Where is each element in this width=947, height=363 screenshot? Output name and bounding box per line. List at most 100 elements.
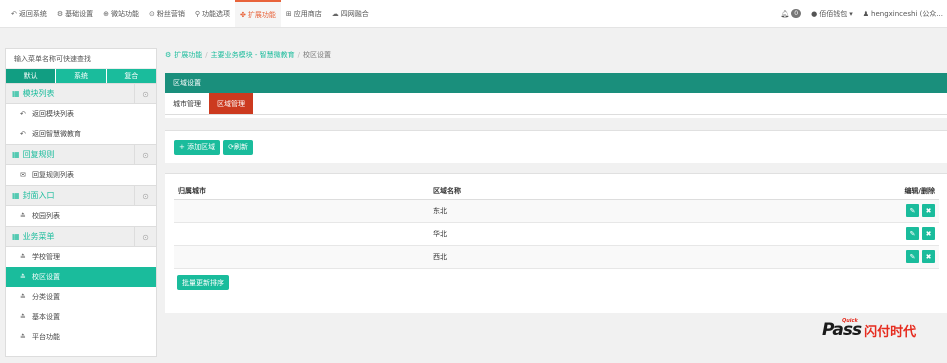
nav-function-options[interactable]: ⚲ 功能选项 xyxy=(190,0,235,27)
wallet-menu[interactable]: ● 佰佰钱包 ▾ xyxy=(811,9,853,19)
grid-icon: ▦ xyxy=(12,89,20,98)
group-toggle-icon[interactable]: ⊙ xyxy=(134,145,156,165)
logo-quick-text: Quick xyxy=(842,318,858,324)
sliders-icon: ≛ xyxy=(20,212,26,220)
sidebar: 输入菜单名称可快速查找 默认 系统 复合 ▦ 模块列表 ⊙ ↶ 返回模块列表 ↶ 返回智… xyxy=(5,48,157,357)
edit-button[interactable]: ✎ xyxy=(906,227,919,240)
breadcrumb-link[interactable]: 扩展功能 xyxy=(174,50,202,60)
group-toggle-icon[interactable]: ⊙ xyxy=(134,186,156,206)
breadcrumb-link[interactable]: 主要业务模块 - 智慧微教育 xyxy=(211,50,295,60)
nav-basic-settings[interactable]: ⚙ 基础设置 xyxy=(52,0,98,27)
group-business-menu[interactable]: ▦ 业务菜单 ⊙ xyxy=(6,226,156,247)
gear-icon: ⚙ xyxy=(56,9,64,18)
group-module-list[interactable]: ▦ 模块列表 ⊙ xyxy=(6,83,156,104)
sidebar-item-campus-list[interactable]: ≛ 校园列表 xyxy=(6,206,156,226)
sidebar-item-category-settings[interactable]: ≛ 分类设置 xyxy=(6,287,156,307)
sidebar-tab-default[interactable]: 默认 xyxy=(6,69,57,83)
globe-icon: ⊕ xyxy=(103,9,110,18)
top-nav: ↶ 返回系统 ⚙ 基础设置 ⊕ 微站功能 ⊙ 粉丝营销 ⚲ 功能选项 ✤ 扩展功能 ⊞ 应用商… xyxy=(0,0,374,27)
nav-app-store[interactable]: ⊞ 应用商店 xyxy=(281,0,327,27)
caret-down-icon: ▾ xyxy=(849,9,853,18)
group-toggle-icon[interactable]: ⊙ xyxy=(134,227,156,247)
nav-fan-marketing[interactable]: ⊙ 粉丝营销 xyxy=(144,0,190,27)
sidebar-tab-composite[interactable]: 复合 xyxy=(106,69,156,83)
close-icon: ✖ xyxy=(925,229,932,238)
chat-icon: ● xyxy=(811,9,818,18)
nav-label: 扩展功能 xyxy=(247,10,276,19)
sidebar-item-platform-functions[interactable]: ≛ 平台功能 xyxy=(6,327,156,347)
tab-city-management[interactable]: 城市管理 xyxy=(165,93,209,114)
delete-button[interactable]: ✖ xyxy=(922,250,935,263)
edit-button[interactable]: ✎ xyxy=(906,250,919,263)
breadcrumb-current: 校区设置 xyxy=(302,51,331,59)
add-region-button[interactable]: + 添加区域 xyxy=(174,139,221,155)
sidebar-item-return-module-list[interactable]: ↶ 返回模块列表 xyxy=(6,104,156,124)
gift-icon: ⊙ xyxy=(149,9,155,18)
breadcrumb-separator: / xyxy=(205,51,208,59)
nav-return-system[interactable]: ↶ 返回系统 xyxy=(6,0,52,27)
nav-label: 返回系统 xyxy=(18,9,47,18)
column-header-region-name: 区域名称 xyxy=(429,183,849,200)
table-row: 东北 ✎ ✖ xyxy=(174,199,939,223)
sidebar-item-label: 学校管理 xyxy=(32,253,60,261)
pencil-icon: ✎ xyxy=(909,252,916,261)
sidebar-item-label: 分类设置 xyxy=(32,293,60,301)
sidebar-item-return-education[interactable]: ↶ 返回智慧微教育 xyxy=(6,124,156,144)
pencil-icon: ✎ xyxy=(909,206,916,215)
delete-button[interactable]: ✖ xyxy=(922,204,935,217)
sidebar-item-school-management[interactable]: ≛ 学校管理 xyxy=(6,247,156,267)
edit-button[interactable]: ✎ xyxy=(906,204,919,217)
user-label: hengxinceshi (公众... xyxy=(871,9,943,18)
refresh-button[interactable]: ⟳刷新 xyxy=(223,139,253,155)
sidebar-item-label: 校园列表 xyxy=(32,212,60,220)
group-title: 封面入口 xyxy=(22,191,55,200)
nav-label: 基础设置 xyxy=(65,9,94,18)
nav-label: 四网融合 xyxy=(340,9,369,18)
group-title: 回复规则 xyxy=(22,150,55,159)
sliders-icon: ≛ xyxy=(20,313,26,321)
nav-label: 粉丝营销 xyxy=(156,9,185,18)
nav-four-network[interactable]: ☁ 四网融合 xyxy=(327,0,374,27)
delete-button[interactable]: ✖ xyxy=(922,227,935,240)
sidebar-item-campus-settings[interactable]: ≛ 校区设置 xyxy=(6,267,156,287)
cart-icon: ⊞ xyxy=(285,9,292,18)
top-navbar: ↶ 返回系统 ⚙ 基础设置 ⊕ 微站功能 ⊙ 粉丝营销 ⚲ 功能选项 ✤ 扩展功能 ⊞ 应用商… xyxy=(0,0,947,28)
nav-label: 应用商店 xyxy=(293,9,322,18)
sidebar-item-label: 返回智慧微教育 xyxy=(32,130,81,138)
group-title: 业务菜单 xyxy=(22,232,55,241)
logo-chinese-text: 闪付时代 xyxy=(864,324,917,340)
group-reply-rules[interactable]: ▦ 回复规则 ⊙ xyxy=(6,144,156,165)
notifications-button[interactable]: 🔔︎ 0 xyxy=(780,9,802,18)
sidebar-item-label: 平台功能 xyxy=(32,333,60,341)
sidebar-item-label: 基本设置 xyxy=(32,313,60,321)
column-header-city: 归属城市 xyxy=(174,183,429,200)
sidebar-item-basic-settings[interactable]: ≛ 基本设置 xyxy=(6,307,156,327)
batch-update-sort-button[interactable]: 批量更新排序 xyxy=(177,275,229,290)
sidebar-tab-system[interactable]: 系统 xyxy=(56,69,107,83)
group-cover-entry[interactable]: ▦ 封面入口 ⊙ xyxy=(6,185,156,206)
cell-region-name: 东北 xyxy=(429,199,849,223)
user-menu[interactable]: ♟ hengxinceshi (公众... xyxy=(863,9,943,19)
tab-region-management[interactable]: 区域管理 xyxy=(209,93,253,114)
pin-icon: ⚲ xyxy=(194,9,201,18)
bell-icon: 🔔︎ xyxy=(780,9,790,18)
cell-actions: ✎ ✖ xyxy=(849,222,939,246)
sidebar-tabs: 默认 系统 复合 xyxy=(6,69,156,83)
close-icon: ✖ xyxy=(925,252,932,261)
nav-extensions[interactable]: ✤ 扩展功能 xyxy=(235,0,281,27)
nav-microsite[interactable]: ⊕ 微站功能 xyxy=(98,0,144,27)
sliders-icon: ≛ xyxy=(20,333,26,341)
cell-city xyxy=(174,245,429,269)
cloud-icon: ☁ xyxy=(331,9,339,18)
sidebar-item-reply-rule-list[interactable]: ✉ 回复规则列表 xyxy=(6,165,156,185)
table-header-row: 归属城市 区域名称 编辑/删除 xyxy=(174,183,939,200)
group-toggle-icon[interactable]: ⊙ xyxy=(134,84,156,104)
toolbar-panel: + 添加区域 ⟳刷新 xyxy=(165,130,947,163)
cell-city xyxy=(174,222,429,246)
comment-icon: ✉ xyxy=(20,171,26,179)
cogs-icon: ⚙ xyxy=(165,51,172,59)
panel-title: 区域设置 xyxy=(165,73,947,93)
wallet-label: 佰佰钱包 xyxy=(819,9,848,18)
reply-icon: ↶ xyxy=(20,110,26,118)
menu-search-input[interactable]: 输入菜单名称可快速查找 xyxy=(6,49,156,69)
